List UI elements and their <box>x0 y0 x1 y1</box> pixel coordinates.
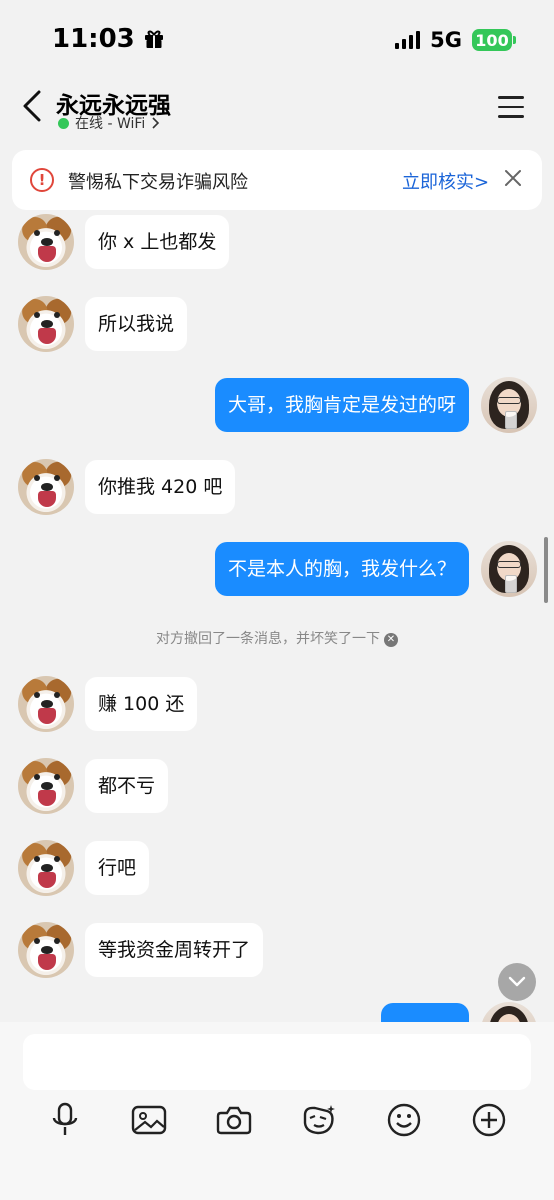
message-bubble[interactable]: 你推我 420 吧 <box>85 460 236 514</box>
composer <box>0 1022 554 1200</box>
message-input[interactable] <box>23 1034 531 1090</box>
camera-icon <box>216 1106 252 1135</box>
menu-button[interactable] <box>498 96 524 118</box>
verify-now-link[interactable]: 立即核实> <box>402 168 489 194</box>
plus-button[interactable] <box>471 1102 507 1138</box>
sticker-icon <box>303 1105 335 1135</box>
battery-level: 100 <box>475 30 509 50</box>
signal-icon <box>395 31 421 49</box>
message-bubble[interactable]: 你 x 上也都发 <box>85 215 230 269</box>
smirk-emoji-icon: ✕ <box>384 633 398 647</box>
message-bubble[interactable]: 所以我说 <box>85 297 188 351</box>
warning-text: 警惕私下交易诈骗风险 <box>68 172 248 193</box>
image-button[interactable] <box>131 1102 167 1138</box>
avatar[interactable] <box>18 676 74 732</box>
status-bar: 11:03 5G 100 <box>0 0 554 80</box>
emoji-button[interactable] <box>386 1102 422 1138</box>
message-bubble[interactable]: 大哥，我胸肯定是发过的呀 <box>214 378 469 432</box>
message-bubble[interactable]: 都不亏 <box>85 759 169 813</box>
avatar[interactable] <box>18 758 74 814</box>
avatar[interactable] <box>18 459 74 515</box>
scroll-to-bottom-button[interactable] <box>498 963 536 1001</box>
chevron-left-icon <box>23 90 41 122</box>
avatar[interactable] <box>18 214 74 270</box>
gift-icon <box>144 30 163 48</box>
battery-icon: 100 <box>472 29 516 51</box>
avatar[interactable] <box>481 377 537 433</box>
message-bubble[interactable]: 等我资金周转开了 <box>85 923 264 977</box>
plus-icon <box>472 1103 506 1137</box>
message-bubble[interactable]: 不是本人的胸，我发什么？ <box>214 542 469 596</box>
chat-header: 永远永远强 在线 - WiFi <box>0 80 554 136</box>
close-icon[interactable] <box>502 167 524 189</box>
message-bubble[interactable]: 行吧 <box>85 841 150 895</box>
message-bubble[interactable]: 赚 100 还 <box>85 677 198 731</box>
avatar[interactable] <box>18 840 74 896</box>
avatar[interactable] <box>481 541 537 597</box>
sticker-button[interactable] <box>301 1102 337 1138</box>
camera-button[interactable] <box>216 1102 252 1138</box>
emoji-icon <box>387 1103 421 1137</box>
recall-notice-text: 对方撤回了一条消息，并坏笑了一下 <box>156 631 380 647</box>
status-text: 在线 - WiFi <box>75 116 146 132</box>
microphone-icon <box>52 1102 78 1135</box>
chevron-right-icon <box>152 117 160 129</box>
time-label: 11:03 <box>52 24 135 54</box>
avatar[interactable] <box>18 296 74 352</box>
fraud-warning-banner: ! 警惕私下交易诈骗风险 立即核实> <box>12 150 542 210</box>
avatar[interactable] <box>18 922 74 978</box>
image-icon <box>131 1105 167 1135</box>
contact-status[interactable]: 在线 - WiFi <box>58 113 160 133</box>
microphone-button[interactable] <box>47 1102 83 1138</box>
alert-circle-icon: ! <box>30 168 54 192</box>
back-button[interactable] <box>18 86 46 126</box>
recall-notice: 对方撤回了一条消息，并坏笑了一下 ✕ <box>0 628 554 648</box>
status-time: 11:03 <box>52 24 165 54</box>
scrollbar[interactable] <box>544 537 548 603</box>
chevron-down-icon <box>508 976 526 987</box>
status-indicators: 5G 100 <box>395 28 516 52</box>
network-label: 5G <box>430 28 462 52</box>
online-indicator <box>58 117 69 129</box>
